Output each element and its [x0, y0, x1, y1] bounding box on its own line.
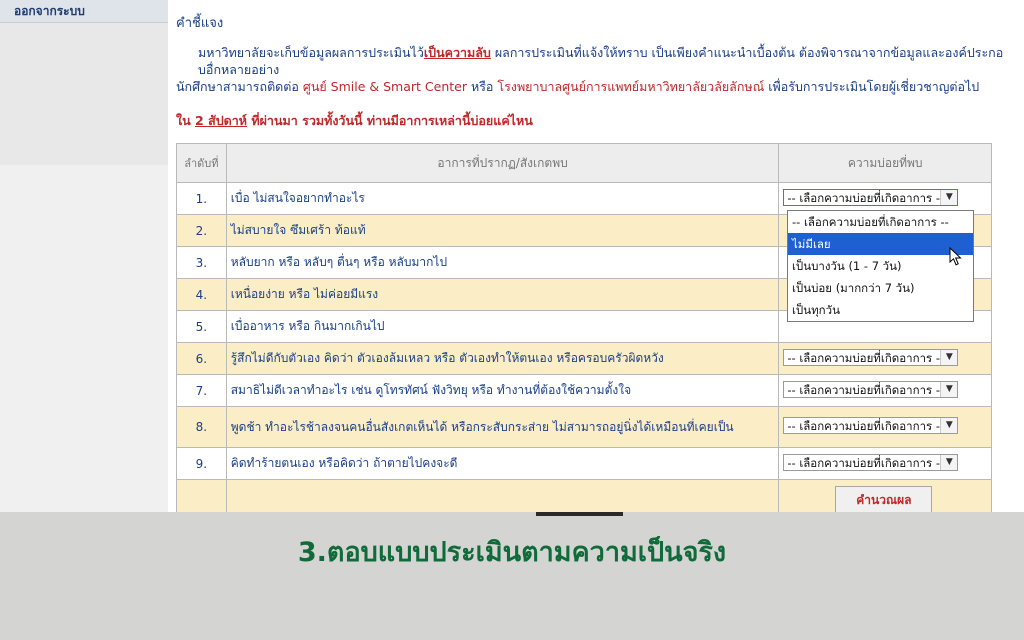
instructions-title: คำชี้แจง — [176, 16, 224, 31]
row-symptom: คิดทำร้ายตนเอง หรือคิดว่า ถ้าตายไปคงจะดี — [225, 447, 780, 480]
contact-text-3: เพื่อรับการประเมินโดยผู้เชี่ยวชาญต่อไป — [764, 79, 980, 94]
chevron-down-icon: ▼ — [940, 349, 958, 365]
row-num: 7. — [176, 374, 227, 407]
select-value: -- เลือกความบ่อยที่เกิดอาการ -- — [787, 382, 945, 397]
select-value: -- เลือกความบ่อยที่เกิดอาการ -- — [787, 419, 945, 433]
row-num: 2. — [176, 214, 227, 247]
question-suffix: ที่ผ่านมา รวมทั้งวันนี้ ท่านมีอาการเหล่า… — [247, 113, 533, 128]
sidebar-panel — [0, 165, 168, 512]
header-symptom: อาการที่ปรากฏ/สังเกตพบ — [225, 143, 780, 183]
frequency-select[interactable]: -- เลือกความบ่อยที่เกิดอาการ -- ▼ — [783, 453, 959, 471]
row-symptom: เบื่ออาหาร หรือ กินมากเกินไป — [225, 310, 780, 343]
header-num: ลำดับที่ — [176, 143, 227, 183]
dropdown-option[interactable]: เป็นทุกวัน — [788, 299, 973, 321]
row-symptom: ไม่สบายใจ ซึมเศร้า ท้อแท้ — [225, 214, 780, 247]
assessment-table: ลำดับที่ อาการที่ปรากฏ/สังเกตพบ ความบ่อย… — [176, 143, 992, 521]
row-frequency-cell: -- เลือกความบ่อยที่เกิดอาการ -- ▼ — [778, 342, 992, 375]
row-frequency-cell: -- เลือกความบ่อยที่เกิดอาการ -- ▼ — [778, 374, 992, 407]
contact-text-2: หรือ — [466, 79, 498, 94]
frequency-select[interactable]: -- เลือกความบ่อยที่เกิดอาการ -- ▼ — [783, 188, 959, 206]
caption-text: 3.ตอบแบบประเมินตามความเป็นจริง — [297, 537, 727, 568]
frequency-select[interactable]: -- เลือกความบ่อยที่เกิดอาการ -- ▼ — [783, 417, 959, 434]
contact-text-1: นักศึกษาสามารถติดต่อ — [176, 79, 303, 94]
select-value: -- เลือกความบ่อยที่เกิดอาการ -- — [787, 455, 945, 470]
intro-text-1: มหาวิทยาลัยจะเก็บข้อมูลผลการประเมินไว้ — [198, 45, 424, 60]
table-header-row: ลำดับที่ อาการที่ปรากฏ/สังเกตพบ ความบ่อย… — [176, 143, 992, 183]
chevron-down-icon: ▼ — [940, 189, 958, 205]
row-num: 8. — [176, 406, 227, 448]
dropdown-option[interactable]: เป็นบางวัน (1 - 7 วัน) — [788, 255, 973, 277]
question-weeks: 2 สัปดาห์ — [195, 113, 248, 128]
instructions-paragraph: มหาวิทยาลัยจะเก็บข้อมูลผลการประเมินไว้เป… — [176, 44, 1018, 95]
row-frequency-cell: -- เลือกความบ่อยที่เกิดอาการ -- ▼ — [778, 447, 992, 480]
hospital-label: โรงพยาบาลศูนย์การแพทย์มหาวิทยาลัยวลัยลัก… — [497, 79, 765, 94]
row-symptom: หลับยาก หรือ หลับๆ ตื่นๆ หรือ หลับมากไป — [225, 246, 780, 279]
table-row: 7. สมาธิไม่ดีเวลาทำอะไร เช่น ดูโทรทัศน์ … — [176, 374, 992, 407]
row-symptom: พูดช้า ทำอะไรช้าลงจนคนอื่นสังเกตเห็นได้ … — [225, 406, 780, 448]
row-frequency-cell: -- เลือกความบ่อยที่เกิดอาการ -- ▼ — [778, 406, 992, 448]
row-symptom: รู้สึกไม่ดีกับตัวเอง คิดว่า ตัวเองล้มเหล… — [225, 342, 780, 375]
row-num: 1. — [176, 182, 227, 215]
table-row: 9. คิดทำร้ายตนเอง หรือคิดว่า ถ้าตายไปคงจ… — [176, 447, 992, 480]
calculate-button[interactable]: คำนวณผล — [835, 486, 933, 514]
row-num: 9. — [176, 447, 227, 480]
confidential-label: เป็นความลับ — [423, 45, 491, 60]
row-symptom: เหนื่อยง่าย หรือ ไม่ค่อยมีแรง — [225, 278, 780, 311]
frequency-select[interactable]: -- เลือกความบ่อยที่เกิดอาการ -- ▼ — [783, 348, 959, 366]
select-value: -- เลือกความบ่อยที่เกิดอาการ -- — [787, 350, 945, 365]
select-value: -- เลือกความบ่อยที่เกิดอาการ -- — [787, 190, 945, 205]
chevron-down-icon: ▼ — [940, 418, 958, 433]
row-symptom: เบื่อ ไม่สนใจอยากทำอะไร — [225, 182, 780, 215]
mouse-cursor-icon — [949, 247, 962, 266]
header-frequency: ความบ่อยที่พบ — [778, 143, 992, 183]
sidebar: ออกจากระบบ — [0, 0, 168, 512]
row-num: 4. — [176, 278, 227, 311]
logout-link[interactable]: ออกจากระบบ — [0, 0, 168, 23]
question-text: ใน 2 สัปดาห์ ที่ผ่านมา รวมทั้งวันนี้ ท่า… — [176, 111, 533, 131]
dropdown-option[interactable]: เป็นบ่อย (มากกว่า 7 วัน) — [788, 277, 973, 299]
question-prefix: ใน — [176, 113, 196, 128]
dropdown-option[interactable]: -- เลือกความบ่อยที่เกิดอาการ -- — [788, 211, 973, 233]
caption-divider — [536, 512, 623, 516]
table-row: 6. รู้สึกไม่ดีกับตัวเอง คิดว่า ตัวเองล้ม… — [176, 342, 992, 375]
table-row: 8. พูดช้า ทำอะไรช้าลงจนคนอื่นสังเกตเห็นไ… — [176, 406, 992, 448]
frequency-dropdown-list: -- เลือกความบ่อยที่เกิดอาการ -- ไม่มีเลย… — [787, 210, 974, 322]
chevron-down-icon: ▼ — [940, 381, 958, 397]
smile-center-label: ศูนย์ Smile & Smart Center — [302, 79, 467, 94]
chevron-down-icon: ▼ — [940, 454, 958, 470]
dropdown-option-highlighted[interactable]: ไม่มีเลย — [788, 233, 973, 255]
row-num: 6. — [176, 342, 227, 375]
row-num: 3. — [176, 246, 227, 279]
row-symptom: สมาธิไม่ดีเวลาทำอะไร เช่น ดูโทรทัศน์ ฟัง… — [225, 374, 780, 407]
frequency-select[interactable]: -- เลือกความบ่อยที่เกิดอาการ -- ▼ — [783, 380, 959, 398]
row-num: 5. — [176, 310, 227, 343]
